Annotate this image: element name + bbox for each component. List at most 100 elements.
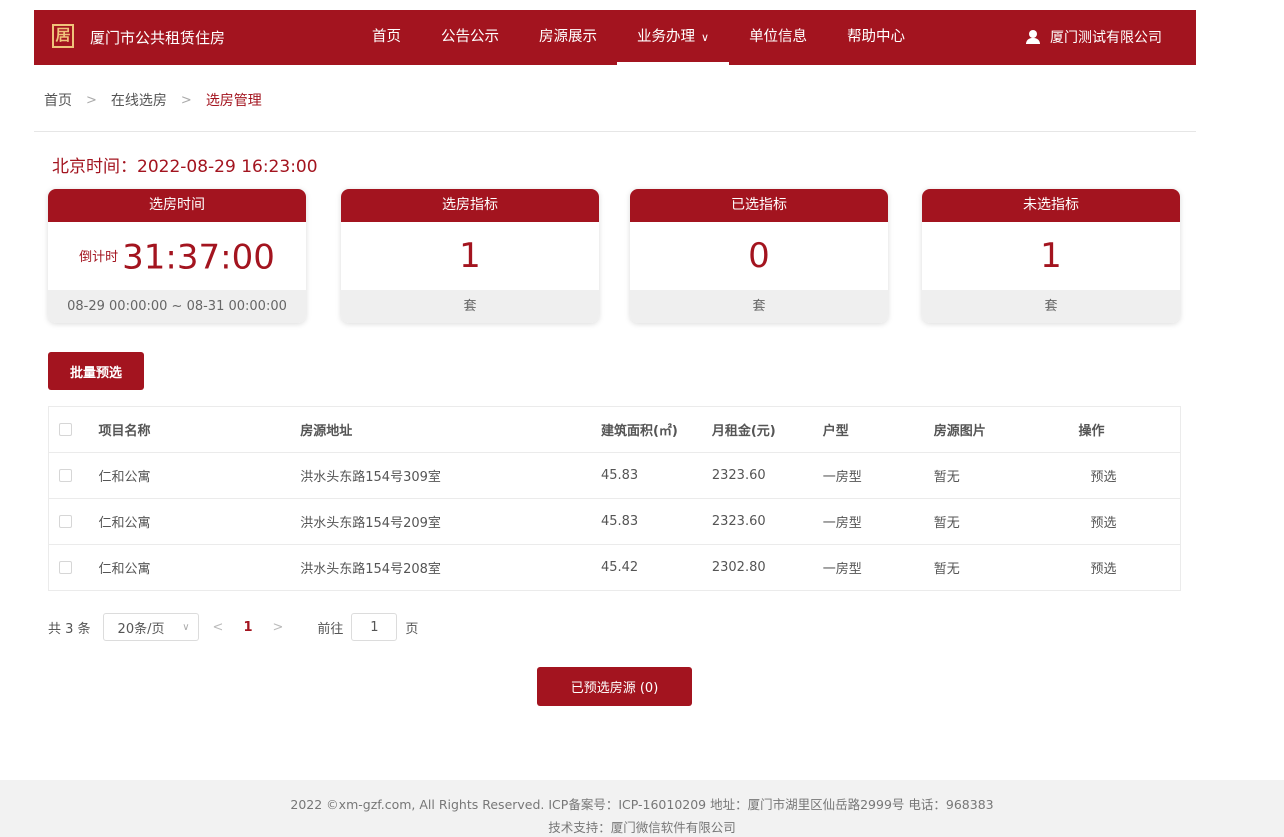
col-header-address: 房源地址 <box>290 406 591 453</box>
breadcrumb: 首页 > 在线选房 > 选房管理 <box>44 90 262 110</box>
nav-label: 单位信息 <box>749 29 808 45</box>
page-size-value: 20条/页 <box>117 621 165 637</box>
cell-rent: 2323.60 <box>701 498 813 545</box>
main-nav: 首页 公告公示 房源展示 业务办理 ∨ 单位信息 帮助中心 <box>352 10 925 65</box>
card-value: 0 <box>748 236 770 276</box>
cell-area: 45.83 <box>590 498 702 545</box>
col-header-type: 户型 <box>812 406 924 453</box>
nav-item-home[interactable]: 首页 <box>352 10 421 65</box>
cell-rent: 2302.80 <box>701 544 813 591</box>
housing-table: 项目名称 房源地址 建筑面积(㎡) 月租金(元) 户型 房源图片 操作 仁和公寓… <box>48 406 1181 591</box>
cell-address: 洪水头东路154号208室 <box>290 544 591 591</box>
cell-project: 仁和公寓 <box>88 544 291 591</box>
card-selection-quota: 选房指标 1 套 <box>341 189 599 323</box>
card-body: 倒计时 31:37:00 <box>48 222 306 290</box>
nav-item-business[interactable]: 业务办理 ∨ <box>617 10 730 65</box>
page-number-current[interactable]: 1 <box>243 620 252 635</box>
cell-project: 仁和公寓 <box>88 452 291 499</box>
footer-copyright: 2022 ©xm-gzf.com, All Rights Reserved. I… <box>290 797 994 812</box>
col-header-action: 操作 <box>1068 406 1181 453</box>
table-header-row: 项目名称 房源地址 建筑面积(㎡) 月租金(元) 户型 房源图片 操作 <box>48 406 1181 453</box>
col-header-rent: 月租金(元) <box>701 406 813 453</box>
top-navbar: 居 厦门市公共租赁住房 首页 公告公示 房源展示 业务办理 ∨ 单位信息 帮助中心… <box>34 10 1196 65</box>
card-value: 1 <box>459 236 481 276</box>
chevron-right-icon: > <box>180 92 192 108</box>
chevron-down-icon: ∨ <box>182 621 190 633</box>
footer-support: 技术支持：厦门微信软件有限公司 <box>548 820 736 835</box>
nav-label: 帮助中心 <box>847 29 906 45</box>
card-title: 已选指标 <box>630 189 888 222</box>
card-selection-time: 选房时间 倒计时 31:37:00 08-29 00:00:00 ~ 08-31 … <box>48 189 306 323</box>
header-select-cell <box>48 406 89 453</box>
cell-type: 一房型 <box>812 498 924 545</box>
col-header-area: 建筑面积(㎡) <box>590 406 702 453</box>
total-count: 共 3 条 <box>48 621 91 637</box>
preselect-link[interactable]: 预选 <box>1068 452 1181 499</box>
select-all-checkbox[interactable] <box>59 423 72 436</box>
breadcrumb-home[interactable]: 首页 <box>44 90 72 110</box>
chevron-down-icon: ∨ <box>701 31 710 44</box>
card-unit: 套 <box>341 290 599 323</box>
row-select-cell <box>48 544 89 591</box>
card-unit: 套 <box>630 290 888 323</box>
nav-item-announcements[interactable]: 公告公示 <box>421 10 519 65</box>
row-checkbox[interactable] <box>59 469 72 482</box>
nav-label: 首页 <box>372 29 401 45</box>
nav-label: 房源展示 <box>539 29 597 45</box>
cell-image: 暂无 <box>923 498 1069 545</box>
user-icon <box>1026 30 1040 44</box>
selection-period: 08-29 00:00:00 ~ 08-31 00:00:00 <box>48 290 306 323</box>
beijing-time: 北京时间：2022-08-29 16:23:00 <box>52 157 318 177</box>
card-selected-quota: 已选指标 0 套 <box>630 189 888 323</box>
card-title: 选房时间 <box>48 189 306 222</box>
user-menu[interactable]: 厦门测试有限公司 <box>1026 27 1162 47</box>
row-select-cell <box>48 452 89 499</box>
cell-type: 一房型 <box>812 544 924 591</box>
card-unit: 套 <box>922 290 1180 323</box>
chevron-right-icon: > <box>86 92 97 108</box>
table-row: 仁和公寓 洪水头东路154号209室 45.83 2323.60 一房型 暂无 … <box>48 498 1181 545</box>
preselected-listings-button[interactable]: 已预选房源 (0) <box>537 667 692 706</box>
nav-label: 公告公示 <box>441 29 499 45</box>
cell-rent: 2323.60 <box>701 452 813 499</box>
goto-page-input[interactable] <box>351 613 398 641</box>
divider <box>34 131 1196 132</box>
breadcrumb-current: 选房管理 <box>205 93 262 109</box>
card-value: 1 <box>1040 236 1062 276</box>
card-unselected-quota: 未选指标 1 套 <box>922 189 1180 323</box>
batch-preselect-button[interactable]: 批量预选 <box>48 352 144 390</box>
nav-item-unit-info[interactable]: 单位信息 <box>729 10 827 65</box>
table-row: 仁和公寓 洪水头东路154号309室 45.83 2323.60 一房型 暂无 … <box>48 452 1181 499</box>
cell-image: 暂无 <box>923 544 1069 591</box>
cell-area: 45.42 <box>590 544 702 591</box>
cell-address: 洪水头东路154号209室 <box>290 498 591 545</box>
page-size-select[interactable]: 20条/页 ∨ <box>102 613 199 641</box>
chevron-left-icon[interactable]: < <box>213 620 224 635</box>
card-title: 未选指标 <box>922 189 1180 222</box>
preselect-link[interactable]: 预选 <box>1068 498 1181 545</box>
nav-item-help[interactable]: 帮助中心 <box>827 10 925 65</box>
row-checkbox[interactable] <box>59 561 72 574</box>
breadcrumb-online-selection[interactable]: 在线选房 <box>111 90 167 110</box>
col-header-image: 房源图片 <box>923 406 1069 453</box>
goto-label: 前往 <box>317 621 344 637</box>
card-title: 选房指标 <box>341 189 599 222</box>
cell-address: 洪水头东路154号309室 <box>290 452 591 499</box>
cell-project: 仁和公寓 <box>88 498 291 545</box>
row-select-cell <box>48 498 89 545</box>
pagination: 共 3 条 20条/页 ∨ < 1 > 前往 页 <box>48 613 418 641</box>
site-title[interactable]: 厦门市公共租赁住房 <box>90 27 225 48</box>
user-name: 厦门测试有限公司 <box>1050 30 1162 46</box>
table-row: 仁和公寓 洪水头东路154号208室 45.42 2302.80 一房型 暂无 … <box>48 544 1181 591</box>
preselect-link[interactable]: 预选 <box>1068 544 1181 591</box>
page-footer: 2022 ©xm-gzf.com, All Rights Reserved. I… <box>0 780 1284 837</box>
row-checkbox[interactable] <box>59 515 72 528</box>
logo-icon[interactable]: 居 <box>52 24 74 48</box>
cell-image: 暂无 <box>923 452 1069 499</box>
chevron-right-icon[interactable]: > <box>273 620 284 635</box>
page-unit-label: 页 <box>405 621 419 637</box>
cell-type: 一房型 <box>812 452 924 499</box>
countdown-value: 31:37:00 <box>122 237 275 278</box>
nav-item-listings[interactable]: 房源展示 <box>519 10 617 65</box>
countdown-label: 倒计时 <box>79 249 119 265</box>
